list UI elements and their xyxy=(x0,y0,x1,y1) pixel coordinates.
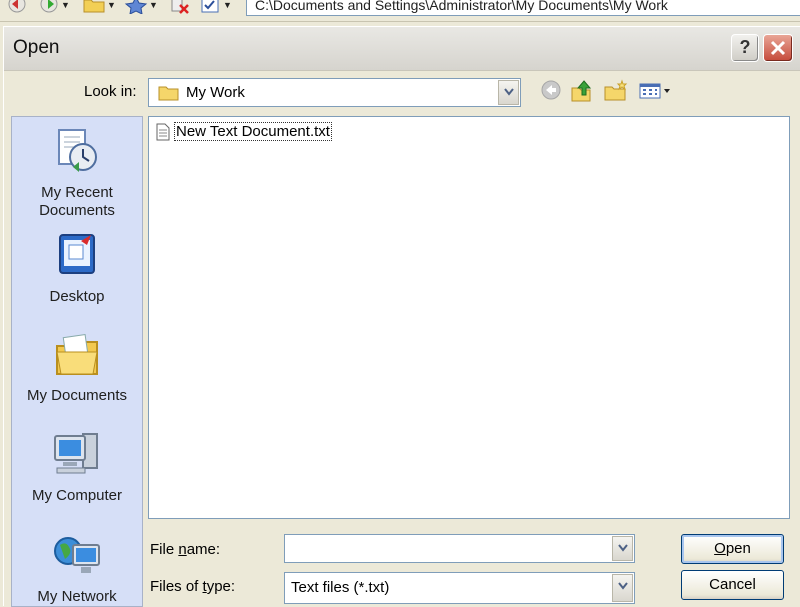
help-icon: ? xyxy=(739,37,751,57)
back-button[interactable] xyxy=(6,0,28,13)
forward-icon xyxy=(40,0,58,13)
app-toolbar: ▼ ▼ ▼ ▼ C:\Documents and Settings\Admini… xyxy=(0,0,800,22)
files-of-type-label: Files of type: xyxy=(150,578,236,595)
look-in-label: Look in: xyxy=(84,83,137,100)
place-my-network[interactable]: My Network xyxy=(12,531,142,606)
file-name-dropdown-button[interactable] xyxy=(612,536,633,561)
place-label: My Computer xyxy=(31,487,123,504)
up-one-level-button[interactable] xyxy=(570,79,594,107)
place-my-recent-documents[interactable]: My Recent Documents xyxy=(12,127,142,220)
cancel-button[interactable]: Cancel xyxy=(681,570,784,600)
places-bar: My Recent Documents Desktop My Documents… xyxy=(11,116,143,607)
open-dialog: Open ? Look in: My Work My Recent Docume… xyxy=(3,26,800,607)
chevron-down-icon xyxy=(618,544,628,552)
folder-icon xyxy=(158,86,179,101)
close-button[interactable] xyxy=(763,34,793,62)
address-bar[interactable]: C:\Documents and Settings\Administrator\… xyxy=(246,0,800,16)
desktop-icon xyxy=(59,234,95,274)
new-folder-icon xyxy=(604,79,628,101)
my-documents-icon xyxy=(56,334,98,375)
back-arrow-icon xyxy=(541,80,561,100)
look-in-value: My Work xyxy=(186,84,245,101)
my-network-icon xyxy=(54,537,100,573)
favorites-icon xyxy=(124,0,148,14)
chevron-down-icon: ▼ xyxy=(149,0,158,10)
favorites-button[interactable]: ▼ xyxy=(124,0,158,14)
file-name: New Text Document.txt xyxy=(174,122,332,141)
look-in-combo[interactable]: My Work xyxy=(148,78,521,107)
dialog-titlebar[interactable]: Open ? xyxy=(4,27,800,71)
new-folder-button[interactable] xyxy=(603,79,629,107)
place-label: Desktop xyxy=(49,288,105,305)
close-icon xyxy=(770,40,786,56)
folder-button[interactable]: ▼ xyxy=(82,0,116,13)
views-menu-button[interactable] xyxy=(638,79,672,105)
chevron-down-icon: ▼ xyxy=(61,0,70,10)
forward-button[interactable]: ▼ xyxy=(38,0,70,13)
chevron-down-icon xyxy=(618,582,628,590)
place-desktop[interactable]: Desktop xyxy=(12,231,142,306)
back-icon xyxy=(8,0,26,13)
chevron-down-icon: ▼ xyxy=(223,0,232,10)
files-of-type-dropdown-button[interactable] xyxy=(612,574,633,602)
place-my-computer[interactable]: My Computer xyxy=(12,430,142,505)
place-label: My Recent Documents xyxy=(39,184,115,219)
text-file-icon xyxy=(156,123,170,140)
my-computer-icon xyxy=(54,433,98,474)
place-my-documents[interactable]: My Documents xyxy=(12,330,142,405)
delete-button[interactable] xyxy=(169,0,191,14)
help-button[interactable]: ? xyxy=(731,34,759,62)
look-in-dropdown-button[interactable] xyxy=(498,80,519,105)
list-item[interactable]: New Text Document.txt xyxy=(155,122,332,141)
file-name-label: File name: xyxy=(150,541,221,558)
delete-icon xyxy=(171,0,189,14)
chevron-down-icon: ▼ xyxy=(107,0,116,10)
place-label: My Network xyxy=(37,588,117,605)
checklist-icon xyxy=(201,0,219,13)
recent-documents-icon xyxy=(58,129,97,172)
file-list[interactable]: New Text Document.txt xyxy=(148,116,790,519)
checklist-button[interactable]: ▼ xyxy=(200,0,232,13)
chevron-down-icon xyxy=(504,88,514,96)
back-nav-button[interactable] xyxy=(540,79,562,105)
place-label: My Documents xyxy=(26,387,128,404)
views-icon xyxy=(639,83,670,99)
up-folder-icon xyxy=(571,80,592,102)
files-of-type-select[interactable]: Text files (*.txt) xyxy=(284,572,635,604)
open-button[interactable]: Open xyxy=(681,534,784,564)
file-name-field[interactable] xyxy=(284,534,635,563)
dialog-title: Open xyxy=(13,37,60,58)
files-of-type-value: Text files (*.txt) xyxy=(291,579,390,596)
folder-icon xyxy=(83,0,105,13)
